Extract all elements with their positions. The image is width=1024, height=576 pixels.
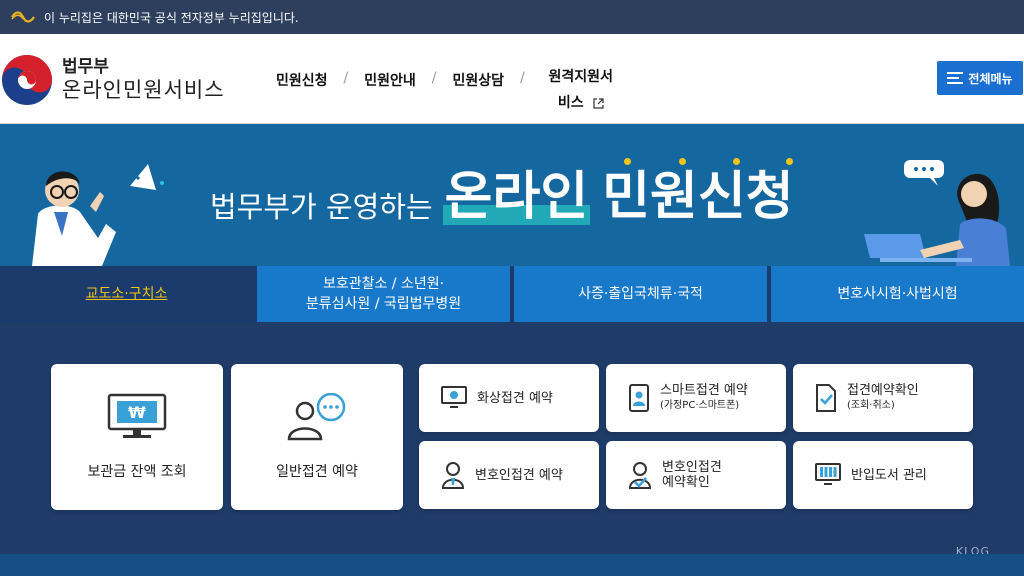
service-panel: ₩ 보관금 잔액 조회 일반접견 예약 화상접견 예약 스마트접견 예약 (가정… — [0, 322, 1024, 576]
tab-prison-label: 교도소·구치소 — [85, 286, 168, 302]
smartphone-icon — [629, 384, 649, 412]
tab-bar-exam[interactable]: 변호사시험·사법시험 — [771, 266, 1024, 322]
gov-banner-text: 이 누리집은 대한민국 공식 전자정부 누리집입니다. — [44, 10, 299, 25]
hero-headline: 법무부가 운영하는 온라인 민원신청 — [210, 168, 796, 226]
card-lawyer-check-sub: 예약확인 — [662, 475, 710, 490]
tab-probation[interactable]: 보호관찰소 / 소년원· 분류심사원 / 국립법무병원 — [257, 266, 510, 322]
card-lawyer-visit-label: 변호인접견 예약 — [475, 467, 563, 483]
card-book-management-label: 반입도서 관리 — [851, 467, 927, 483]
card-balance-label: 보관금 잔액 조회 — [87, 464, 187, 480]
card-lawyer-check[interactable]: 변호인접견 예약확인 — [606, 441, 786, 509]
nav-item-remote-line1: 원격지원서 — [548, 69, 613, 85]
tab-immigration-label: 사증·출입국체류·국적 — [578, 286, 703, 302]
nav-item-remote-support[interactable]: 원격지원서 비스 — [541, 64, 621, 116]
category-tabs: 교도소·구치소 보호관찰소 / 소년원· 분류심사원 / 국립법무병원 사증·출… — [0, 266, 1024, 322]
person-chat-icon — [287, 393, 346, 441]
man-illustration — [32, 164, 164, 266]
site-header: 법무부 온라인민원서비스 민원신청 / 민원안내 / 민원상담 / 원격지원서 … — [0, 34, 1024, 124]
decor-dot — [624, 158, 631, 165]
page: 이 누리집은 대한민국 공식 전자정부 누리집입니다. 법무부 온라인민원서비스… — [0, 0, 1024, 576]
card-reservation-check[interactable]: 접견예약확인 (조회·취소) — [793, 364, 973, 432]
tab-prison[interactable]: 교도소·구치소 — [0, 266, 253, 322]
all-menu-label: 전체메뉴 — [968, 71, 1013, 86]
card-video-visit-label: 화상접견 예약 — [477, 390, 553, 406]
nav-separator: / — [343, 70, 349, 86]
nav-item-guide[interactable]: 민원안내 — [364, 70, 416, 90]
card-lawyer-visit[interactable]: 변호인접견 예약 — [419, 441, 599, 509]
decor-dot — [733, 158, 740, 165]
card-lawyer-check-label: 변호인접견 — [662, 460, 722, 475]
nav-item-consult[interactable]: 민원상담 — [453, 70, 505, 90]
hero-prefix: 법무부가 운영하는 — [210, 190, 433, 224]
woman-illustration — [864, 160, 1010, 266]
decor-dot — [786, 158, 793, 165]
main-nav: 민원신청 / 민원안내 / 민원상담 / 원격지원서 비스 — [276, 69, 621, 116]
card-smart-visit-sub: (가정PC·스마트폰) — [660, 400, 740, 411]
svg-text:₩: ₩ — [128, 403, 146, 422]
korea-emblem-icon — [2, 55, 52, 105]
book-monitor-icon — [815, 463, 841, 485]
gov-emblem-icon — [11, 11, 35, 23]
card-general-visit[interactable]: 일반접견 예약 — [231, 364, 403, 510]
tab-probation-line2: 분류심사원 / 국립법무병원 — [305, 296, 462, 312]
card-reservation-check-label: 접견예약확인 — [847, 383, 919, 398]
brand-main: 온라인민원서비스 — [62, 78, 225, 102]
card-general-visit-label: 일반접견 예약 — [276, 464, 358, 480]
decor-dot — [679, 158, 686, 165]
tab-bar-exam-label: 변호사시험·사법시험 — [837, 286, 958, 302]
hero-emph-online: 온라인 — [444, 167, 589, 227]
card-book-management[interactable]: 반입도서 관리 — [793, 441, 973, 509]
card-reservation-check-sub: (조회·취소) — [847, 400, 895, 411]
all-menu-button[interactable]: 전체메뉴 — [937, 61, 1023, 95]
money-monitor-icon: ₩ — [107, 393, 167, 438]
tab-probation-line1: 보호관찰소 / 소년원· — [322, 276, 445, 292]
lawyer-check-icon — [628, 462, 652, 489]
nav-separator: / — [431, 70, 437, 86]
hamburger-icon — [947, 72, 964, 84]
hero-banner: 법무부가 운영하는 온라인 민원신청 — [0, 124, 1024, 266]
card-video-visit[interactable]: 화상접견 예약 — [419, 364, 599, 432]
external-link-icon — [592, 97, 604, 109]
gov-banner: 이 누리집은 대한민국 공식 전자정부 누리집입니다. — [0, 0, 1024, 34]
site-logo[interactable]: 법무부 온라인민원서비스 — [0, 52, 240, 108]
card-smart-visit-label: 스마트접견 예약 — [660, 383, 748, 398]
document-check-icon — [816, 384, 836, 412]
nav-item-apply[interactable]: 민원신청 — [276, 70, 328, 90]
card-balance-inquiry[interactable]: ₩ 보관금 잔액 조회 — [51, 364, 223, 510]
video-monitor-icon — [441, 386, 467, 408]
card-smart-visit[interactable]: 스마트접견 예약 (가정PC·스마트폰) — [606, 364, 786, 432]
brand-sub: 법무부 — [62, 57, 109, 77]
bottom-strip — [0, 554, 1024, 576]
nav-item-remote-line2: 비스 — [557, 95, 584, 111]
nav-separator: / — [520, 70, 525, 86]
tab-immigration[interactable]: 사증·출입국체류·국적 — [514, 266, 767, 322]
lawyer-icon — [441, 462, 465, 489]
hero-emph-petition: 민원신청 — [602, 167, 794, 227]
